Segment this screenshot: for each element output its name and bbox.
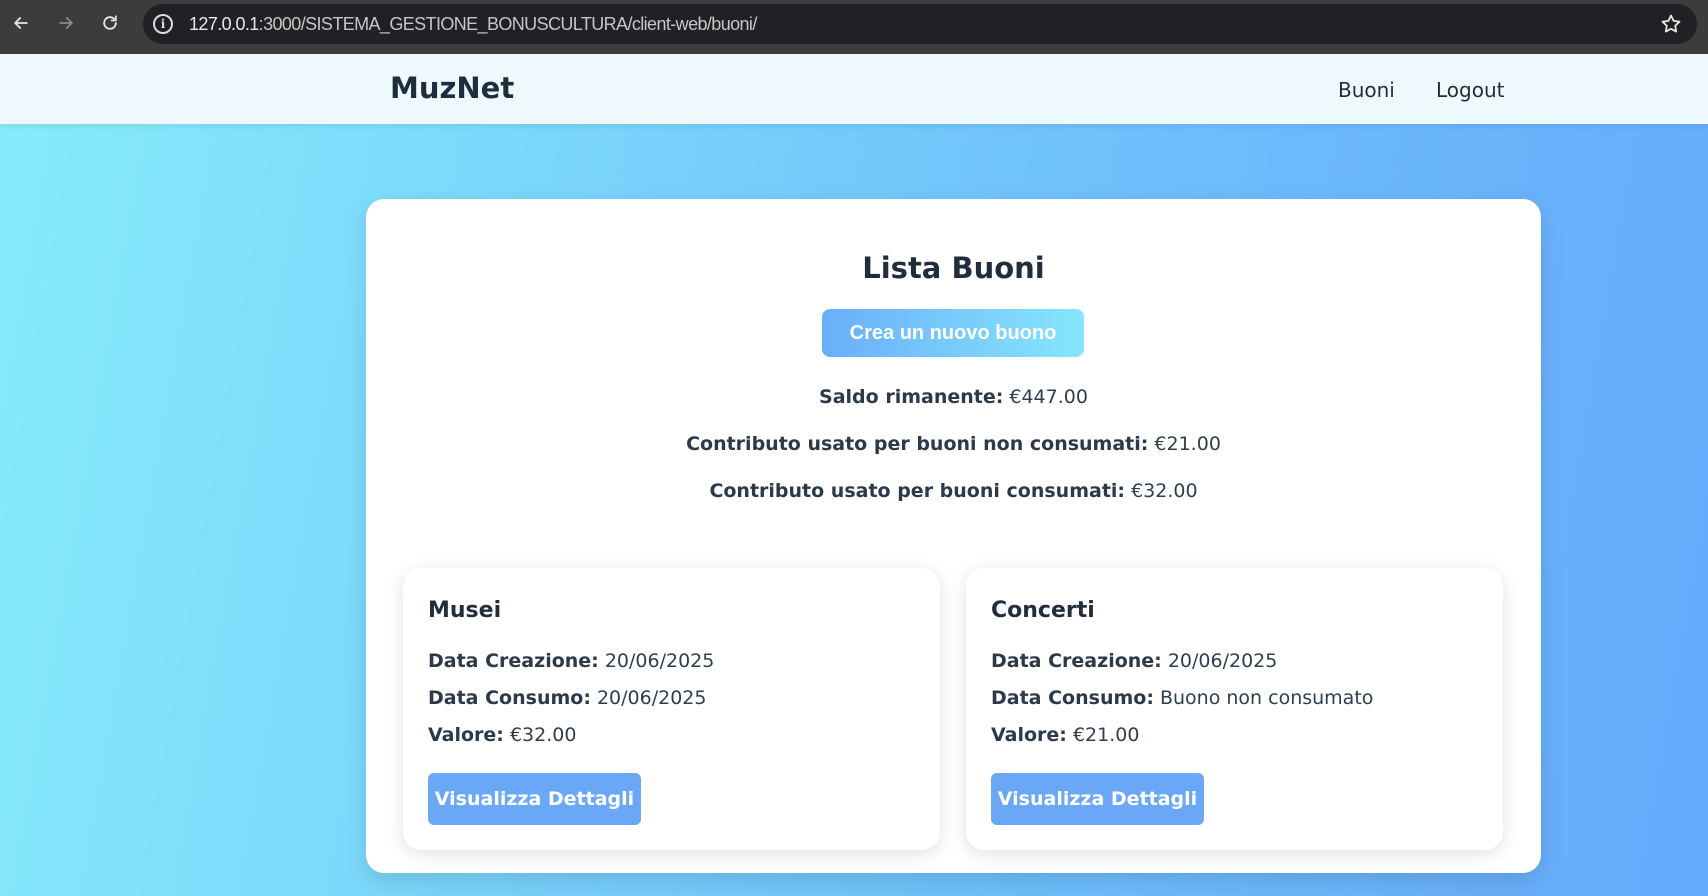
voucher-created-date: Data Creazione: 20/06/2025 bbox=[428, 650, 715, 672]
stat-value: €447.00 bbox=[1009, 386, 1088, 408]
nav-link-buoni[interactable]: Buoni bbox=[1338, 78, 1395, 102]
forward-arrow-icon[interactable] bbox=[52, 9, 80, 37]
browser-toolbar: i 127.0.0.1:3000/SISTEMA_GESTIONE_BONUSC… bbox=[0, 0, 1708, 54]
vouchers-panel: Lista Buoni Crea un nuovo buono Saldo ri… bbox=[366, 199, 1541, 873]
voucher-created-date: Data Creazione: 20/06/2025 bbox=[991, 650, 1278, 672]
voucher-title: Concerti bbox=[991, 598, 1095, 623]
voucher-value: Valore: €32.00 bbox=[428, 724, 577, 746]
view-details-button[interactable]: Visualizza Dettagli bbox=[428, 773, 641, 825]
voucher-consumed-date: Data Consumo: Buono non consumato bbox=[991, 687, 1374, 709]
stat-value: €21.00 bbox=[1154, 433, 1221, 455]
voucher-title: Musei bbox=[428, 598, 502, 623]
create-voucher-button[interactable]: Crea un nuovo buono bbox=[822, 309, 1084, 357]
bookmark-star-icon[interactable] bbox=[1659, 12, 1683, 36]
url-text: 127.0.0.1:3000/SISTEMA_GESTIONE_BONUSCUL… bbox=[189, 14, 757, 34]
brand-logo[interactable]: MuzNet bbox=[390, 71, 514, 105]
view-details-button[interactable]: Visualizza Dettagli bbox=[991, 773, 1204, 825]
stat-label: Contributo usato per buoni consumati: bbox=[709, 480, 1126, 502]
page-background: MuzNet Buoni Logout Lista Buoni Crea un … bbox=[0, 54, 1708, 896]
site-info-icon[interactable]: i bbox=[153, 14, 173, 34]
contribution-consumed: Contributo usato per buoni consumati: €3… bbox=[366, 480, 1541, 502]
voucher-card: Musei Data Creazione: 20/06/2025 Data Co… bbox=[403, 568, 940, 850]
voucher-value: Valore: €21.00 bbox=[991, 724, 1140, 746]
stat-label: Saldo rimanente: bbox=[819, 386, 1004, 408]
page-title: Lista Buoni bbox=[862, 251, 1045, 285]
back-arrow-icon[interactable] bbox=[7, 9, 35, 37]
address-bar[interactable]: i 127.0.0.1:3000/SISTEMA_GESTIONE_BONUSC… bbox=[143, 4, 1697, 44]
voucher-card: Concerti Data Creazione: 20/06/2025 Data… bbox=[966, 568, 1503, 850]
stat-label: Contributo usato per buoni non consumati… bbox=[686, 433, 1149, 455]
voucher-consumed-date: Data Consumo: 20/06/2025 bbox=[428, 687, 707, 709]
site-navbar: MuzNet Buoni Logout bbox=[0, 54, 1708, 124]
nav-link-logout[interactable]: Logout bbox=[1436, 78, 1504, 102]
remaining-balance: Saldo rimanente: €447.00 bbox=[366, 386, 1541, 408]
reload-icon[interactable] bbox=[96, 9, 124, 37]
contribution-unconsumed: Contributo usato per buoni non consumati… bbox=[366, 433, 1541, 455]
stat-value: €32.00 bbox=[1131, 480, 1198, 502]
